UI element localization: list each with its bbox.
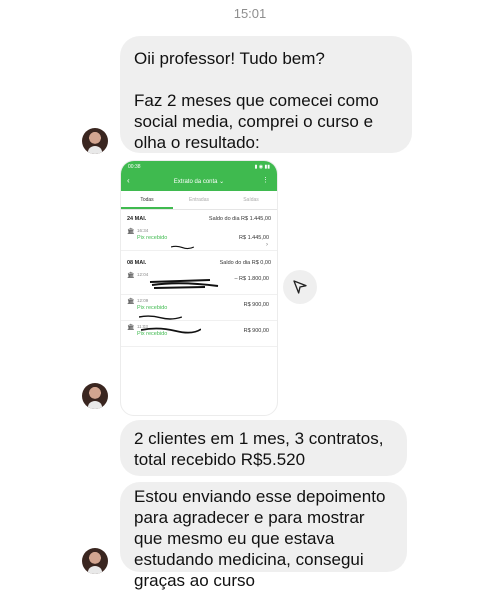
bank-icon: 🏛 [127,325,135,331]
day-balance: Saldo do dia R$ 0,00 [219,260,271,266]
redaction-scribble [171,245,195,250]
day-header: 08 MAI. Saldo do dia R$ 0,00 [121,251,277,269]
redaction-scribble [149,279,219,289]
filter-tabs: Todas Entradas Saídas [121,191,277,210]
tab-saidas: Saídas [243,197,259,203]
day-header: 24 MAI. Saldo do dia R$ 1.445,00 [121,210,277,225]
day-date: 24 MAI. [127,216,147,222]
message-bubble-result[interactable]: 2 clientes em 1 mes, 3 contratos, total … [120,420,407,476]
transaction-amount: R$ 900,00 [243,302,269,308]
message-bubble-greeting[interactable]: Oii professor! Tudo bem? Faz 2 meses que… [120,36,412,153]
bank-icon: 🏛 [127,299,135,305]
avatar[interactable] [82,548,108,574]
transaction-amount: R$ 900,00 [243,328,269,334]
redaction-scribble [139,315,183,320]
chevron-right-icon: › [266,242,268,248]
day-date: 08 MAI. [127,260,147,266]
status-icons: ▮ ◉ ▮▮ [254,164,270,170]
message-text: Estou enviando esse depoimento para agra… [134,487,386,590]
transaction-time: 16:34 [137,228,149,233]
bank-app-header: 00:38 ▮ ◉ ▮▮ ‹ Extrato da conta ⌄ ⋮ [121,161,277,191]
tab-entradas: Entradas [188,197,209,203]
message-timestamp: 15:01 [233,6,267,21]
transaction-amount: R$ 1.445,00 [239,235,269,241]
message-bubble-testimonial[interactable]: Estou enviando esse depoimento para agra… [120,482,407,590]
transaction-amount: – R$ 1.800,00 [234,276,269,282]
message-text: 2 clientes em 1 mes, 3 contratos, total … [134,429,384,469]
redaction-scribble [141,327,201,334]
transaction-row: 🏛 12:09 Pix recebido R$ 900,00 [121,295,277,321]
bank-icon: 🏛 [127,229,135,235]
tab-todas: Todas [121,191,173,209]
day-balance: Saldo do dia R$ 1.445,00 [208,216,271,222]
send-icon [293,280,307,294]
transaction-row: 🏛 11:03 Pix recebido R$ 900,00 [121,321,277,347]
avatar[interactable] [82,128,108,154]
message-text: Faz 2 meses que comecei como social medi… [134,91,379,152]
bank-icon: 🏛 [127,273,135,279]
bank-screen-title: Extrato da conta [173,179,218,185]
avatar[interactable] [82,383,108,409]
image-attachment[interactable]: 00:38 ▮ ◉ ▮▮ ‹ Extrato da conta ⌄ ⋮ Toda… [120,160,278,416]
message-text: Oii professor! Tudo bem? [134,49,325,68]
status-time: 00:38 [128,164,141,170]
share-button[interactable] [283,270,317,304]
transaction-row: 🏛 12:04 – R$ 1.800,00 [121,269,277,295]
transaction-row: 🏛 16:34 Pix recebido R$ 1.445,00 › [121,225,277,251]
more-vert-icon: ⋮ [262,177,269,184]
